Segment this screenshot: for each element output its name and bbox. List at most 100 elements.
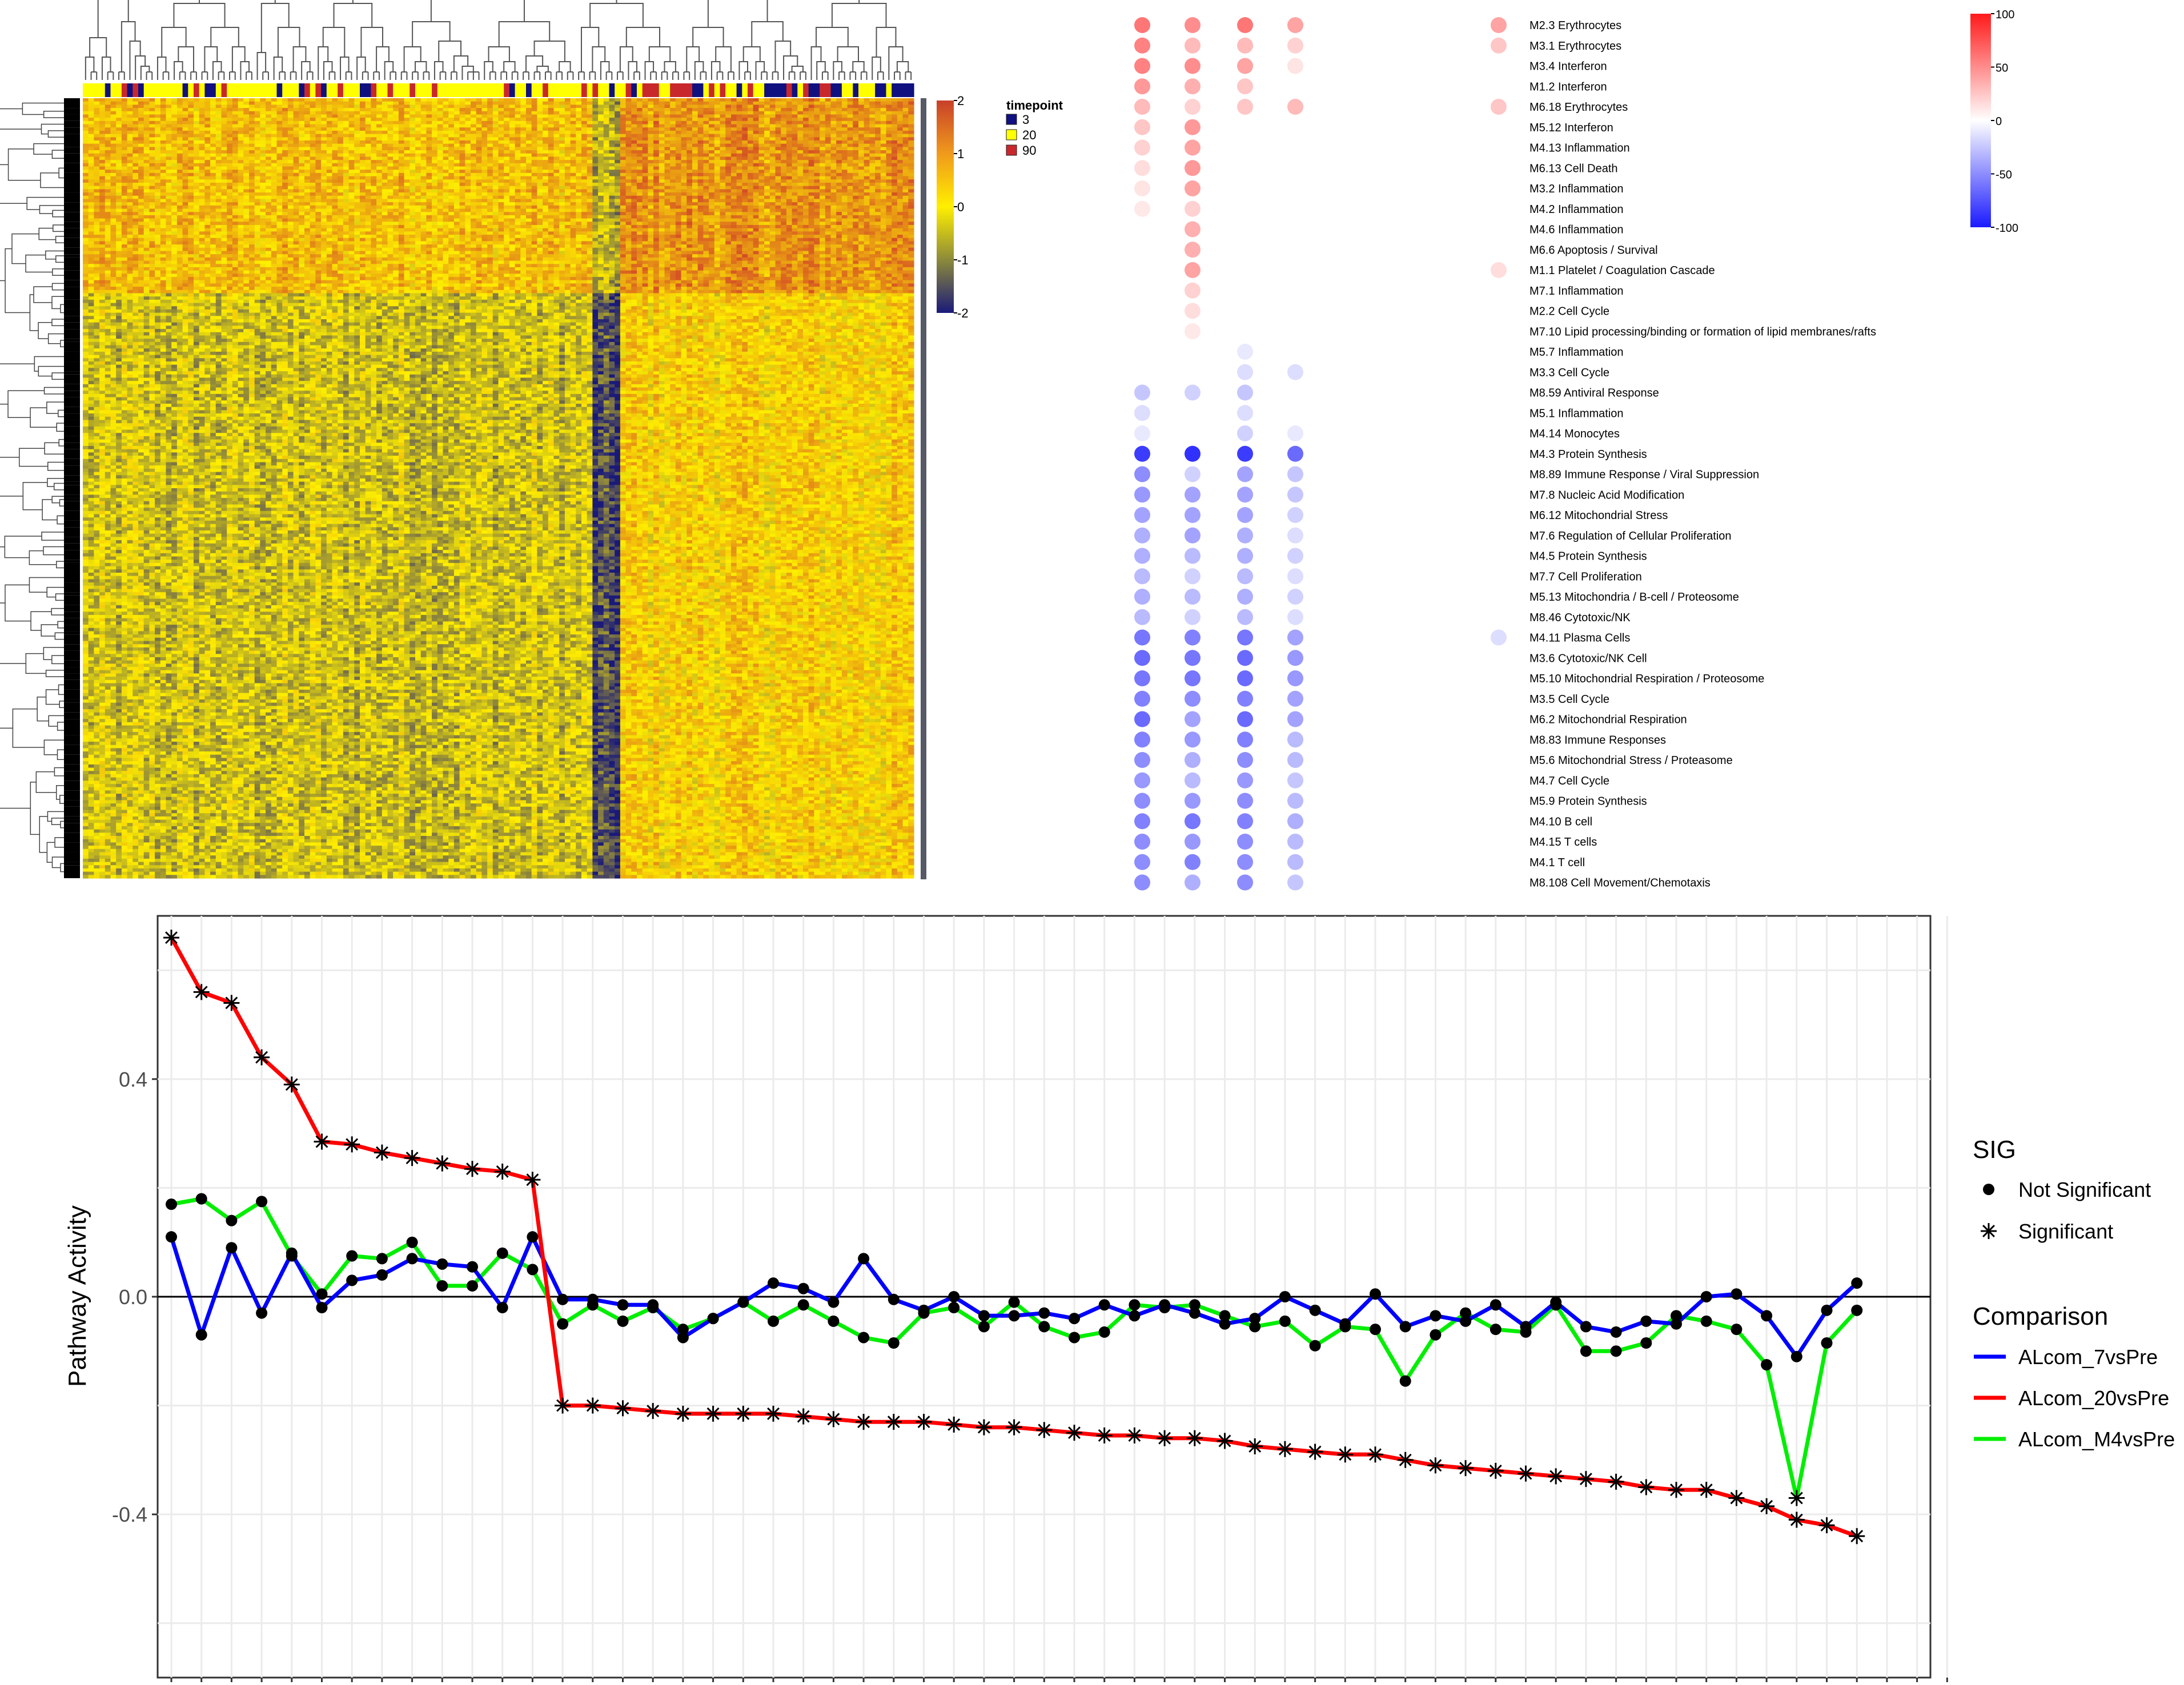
timepoint-cell xyxy=(571,83,576,97)
heatmap-cell xyxy=(83,325,89,329)
heatmap-cell xyxy=(94,111,99,115)
heatmap-cell xyxy=(89,478,94,482)
timepoint-cell xyxy=(681,83,687,97)
dendrogram-branch xyxy=(46,690,60,705)
heatmap-cell xyxy=(89,625,94,628)
heatmap-cell xyxy=(89,114,94,118)
heatmap-cell xyxy=(83,186,89,190)
heatmap-cell xyxy=(83,150,89,154)
dendrogram-leaves xyxy=(64,375,80,384)
heatmap-cell xyxy=(83,621,89,625)
heatmap-cell xyxy=(89,560,94,563)
heatmap-cell xyxy=(83,842,89,846)
heatmap-cell xyxy=(83,456,89,459)
dendrogram-leaves xyxy=(64,154,80,163)
dendrogram-leaves xyxy=(64,498,80,501)
heatmap-cell xyxy=(89,329,94,332)
heatmap-cell xyxy=(89,482,94,485)
heatmap-cell xyxy=(89,875,94,878)
dendrogram-leaves xyxy=(64,329,80,339)
heatmap-cell xyxy=(83,820,89,823)
dendrogram-branch xyxy=(86,57,94,72)
heatmap-cell xyxy=(94,127,99,131)
heatmap-cell xyxy=(89,846,94,849)
heatmap-cell xyxy=(89,283,94,287)
dendrogram-leaves xyxy=(64,807,80,817)
timepoint-cell xyxy=(592,83,598,97)
heatmap-cell xyxy=(83,787,89,791)
dendrogram-leaves xyxy=(64,725,80,735)
heatmap-cell xyxy=(89,836,94,839)
dendrogram-leaves xyxy=(64,771,80,781)
heatmap-cell xyxy=(83,335,89,339)
heatmap-cell xyxy=(89,306,94,309)
timepoint-cell xyxy=(133,83,138,97)
dendrogram-branch xyxy=(832,3,886,27)
dendrogram-branch xyxy=(0,603,26,663)
figure: 210-1-2 timepoint 32090 M2.3 Erythrocyte… xyxy=(0,0,2184,1682)
timepoint-cell xyxy=(725,83,731,97)
dendrogram-leaves xyxy=(64,592,80,596)
heatmap-cell xyxy=(83,319,89,323)
heatmap-cell xyxy=(89,751,94,755)
heatmap-cell xyxy=(83,329,89,332)
heatmap-cell xyxy=(89,738,94,742)
heatmap-cell xyxy=(89,271,94,274)
heatmap-cell xyxy=(83,274,89,277)
dendrogram-leaves xyxy=(64,661,80,667)
heatmap-cell xyxy=(89,703,94,706)
heatmap-cell xyxy=(89,638,94,641)
heatmap-cell xyxy=(83,192,89,196)
heatmap-cell xyxy=(83,755,89,758)
heatmap-cell xyxy=(89,104,94,108)
heatmap-cell xyxy=(83,738,89,742)
heatmap-cell xyxy=(89,609,94,612)
heatmap-cell xyxy=(83,345,89,349)
heatmap-cell xyxy=(89,124,94,128)
heatmap-cell xyxy=(83,365,89,368)
dendrogram-branch xyxy=(204,47,217,72)
heatmap-cell xyxy=(89,251,94,255)
dendrogram-branch xyxy=(53,269,64,275)
heatmap-cell xyxy=(83,417,89,420)
heatmap-cell xyxy=(94,241,99,244)
dendrogram-branch xyxy=(38,323,52,339)
heatmap-cell xyxy=(83,849,89,852)
heatmap-cell xyxy=(94,254,99,258)
heatmap-cell xyxy=(89,472,94,476)
dendrogram-leaves xyxy=(64,703,80,713)
timepoint-cell xyxy=(83,83,89,97)
dendrogram-leaves xyxy=(64,339,80,342)
dendrogram-branch xyxy=(649,47,670,62)
timepoint-cell xyxy=(376,83,382,97)
heatmap-cell xyxy=(83,527,89,530)
dendrogram-branch xyxy=(158,57,166,72)
dendrogram-leaves xyxy=(64,436,80,443)
timepoint-cell xyxy=(770,83,776,97)
timepoint-cell xyxy=(277,83,283,97)
dendrogram-branch xyxy=(162,27,186,57)
dendrogram-leaves xyxy=(64,719,80,725)
heatmap-cell xyxy=(83,309,89,313)
timepoint-cell xyxy=(371,83,376,97)
heatmap-cell xyxy=(89,102,94,105)
dendrogram-leaves xyxy=(64,258,80,267)
heatmap-cell xyxy=(83,657,89,661)
heatmap-cell xyxy=(83,384,89,388)
heatmap-cell xyxy=(89,686,94,690)
heatmap-cell xyxy=(89,244,94,248)
timepoint-cell xyxy=(227,83,232,97)
dendrogram-branch xyxy=(53,210,64,216)
heatmap-cell xyxy=(89,352,94,355)
heatmap-cell xyxy=(89,316,94,319)
dendrogram-leaves xyxy=(64,459,80,465)
dendrogram-leaves xyxy=(64,550,80,560)
heatmap-cell xyxy=(89,98,94,102)
dendrogram-leaves xyxy=(64,612,80,618)
heatmap-cell xyxy=(83,144,89,147)
timepoint-cell xyxy=(354,83,360,97)
timepoint-cell xyxy=(138,83,144,97)
dendrogram-branch xyxy=(645,62,654,72)
dendrogram-leaves xyxy=(64,280,80,287)
timepoint-cell xyxy=(266,83,271,97)
